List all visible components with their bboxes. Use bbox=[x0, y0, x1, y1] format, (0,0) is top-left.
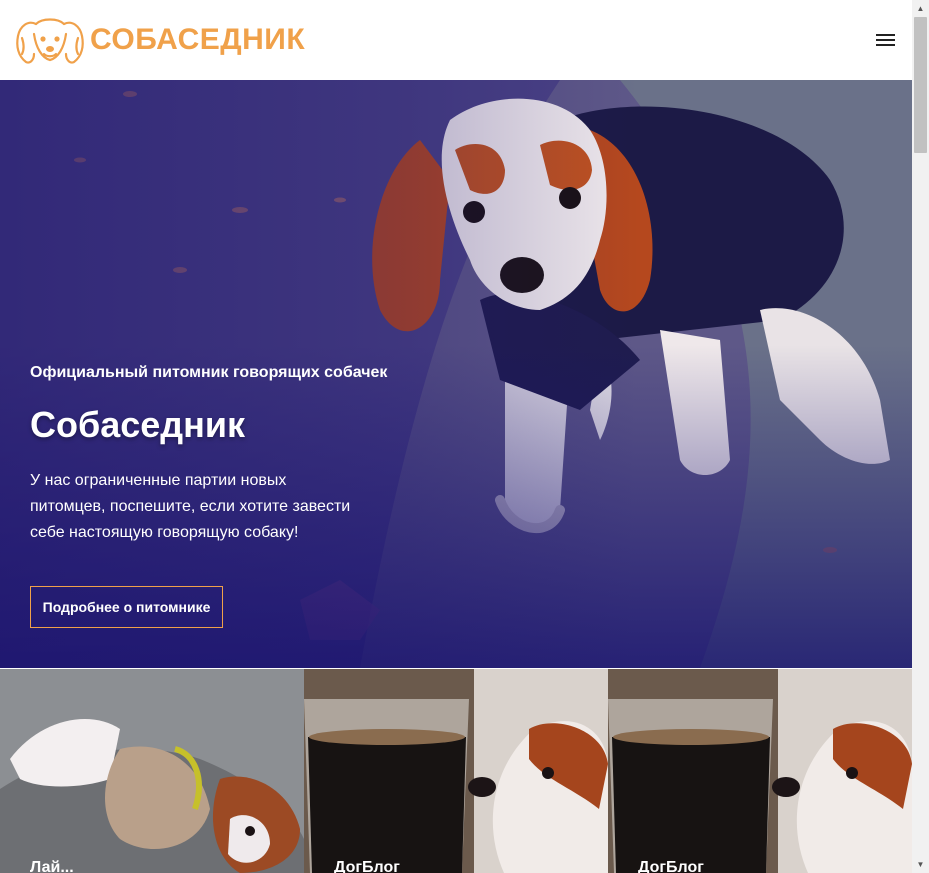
scroll-down-icon[interactable]: ▼ bbox=[912, 856, 929, 873]
card-dogblog-2[interactable]: ДогБлог bbox=[608, 669, 912, 873]
scrollbar-thumb[interactable] bbox=[914, 17, 927, 153]
card-label: ДогБлог bbox=[334, 859, 400, 873]
card-photo-dog-coffee bbox=[608, 669, 912, 873]
hero-title: Собаседник bbox=[30, 404, 246, 445]
scrollbar[interactable]: ▲ ▼ bbox=[912, 0, 929, 873]
hero-kicker: Официальный питомник говорящих собачек bbox=[30, 364, 388, 381]
hero-banner: Официальный питомник говорящих собачек С… bbox=[0, 80, 912, 668]
card-row: Лай... ДогБлог ДогБлог bbox=[0, 669, 912, 873]
card-label: ДогБлог bbox=[638, 859, 704, 873]
logo[interactable]: СОБАСЕДНИК bbox=[14, 14, 305, 66]
card-photo-dog-coffee bbox=[304, 669, 608, 873]
card-dogblog-1[interactable]: ДогБлог bbox=[304, 669, 608, 873]
card-label: Лай... bbox=[30, 859, 74, 873]
spaniel-head-icon bbox=[16, 18, 84, 64]
card-photo-dog-lying bbox=[0, 669, 304, 873]
card-lai[interactable]: Лай... bbox=[0, 669, 304, 873]
logo-text: СОБАСЕДНИК bbox=[90, 23, 306, 56]
hero-description: У нас ограниченные партии новых питомцев… bbox=[30, 472, 351, 541]
page: СОБАСЕДНИК Официальный питомник говорящи… bbox=[0, 0, 912, 873]
hamburger-menu-icon[interactable] bbox=[874, 31, 898, 49]
scroll-up-icon[interactable]: ▲ bbox=[912, 0, 929, 17]
site-header: СОБАСЕДНИК bbox=[0, 0, 912, 80]
about-kennel-button[interactable]: Подробнее о питомнике bbox=[30, 586, 223, 628]
